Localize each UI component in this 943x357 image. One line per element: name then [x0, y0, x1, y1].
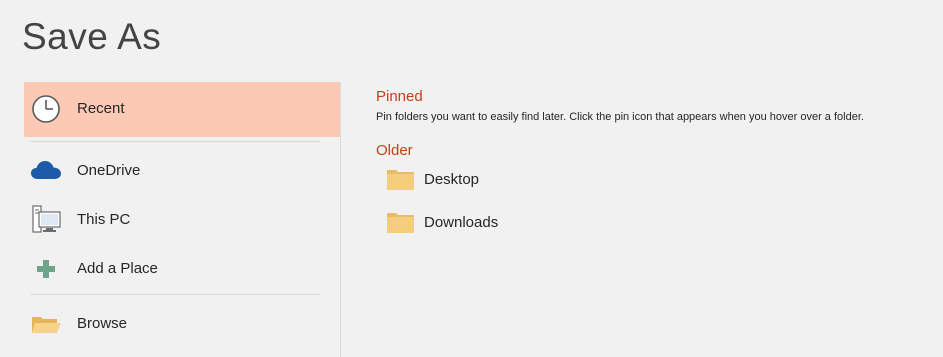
older-heading: Older	[376, 142, 413, 159]
save-as-page: Save As Recent OneDrive This PC Add a Pl…	[0, 0, 943, 357]
nav-item-add-place[interactable]: Add a Place	[24, 250, 340, 288]
nav-label-recent: Recent	[77, 100, 125, 117]
folder-label: Desktop	[424, 170, 480, 188]
open-folder-icon	[30, 308, 62, 340]
folder-label: Downloads	[424, 213, 499, 231]
nav-item-recent[interactable]: Recent	[24, 82, 340, 137]
folder-item-downloads[interactable]: Downloads	[386, 210, 498, 234]
nav-item-browse[interactable]: Browse	[24, 305, 340, 343]
nav-label-browse: Browse	[77, 315, 128, 332]
nav-item-onedrive[interactable]: OneDrive	[24, 152, 340, 190]
pinned-heading: Pinned	[376, 88, 423, 105]
nav-label-onedrive: OneDrive	[77, 162, 141, 179]
nav-divider	[31, 294, 320, 295]
nav-label-thispc: This PC	[77, 211, 131, 228]
clock-icon	[30, 93, 62, 125]
computer-icon	[30, 204, 62, 236]
nav-item-thispc[interactable]: This PC	[24, 201, 340, 239]
nav-divider	[31, 141, 320, 142]
pane-divider	[340, 82, 341, 357]
nav-label-add-place: Add a Place	[77, 260, 158, 277]
page-title: Save As	[22, 16, 162, 57]
plus-icon	[30, 253, 62, 285]
folder-icon	[386, 167, 415, 191]
folder-item-desktop[interactable]: Desktop	[386, 167, 479, 191]
cloud-icon	[30, 155, 62, 187]
pinned-hint: Pin folders you want to easily find late…	[376, 111, 864, 123]
folder-icon	[386, 210, 415, 234]
